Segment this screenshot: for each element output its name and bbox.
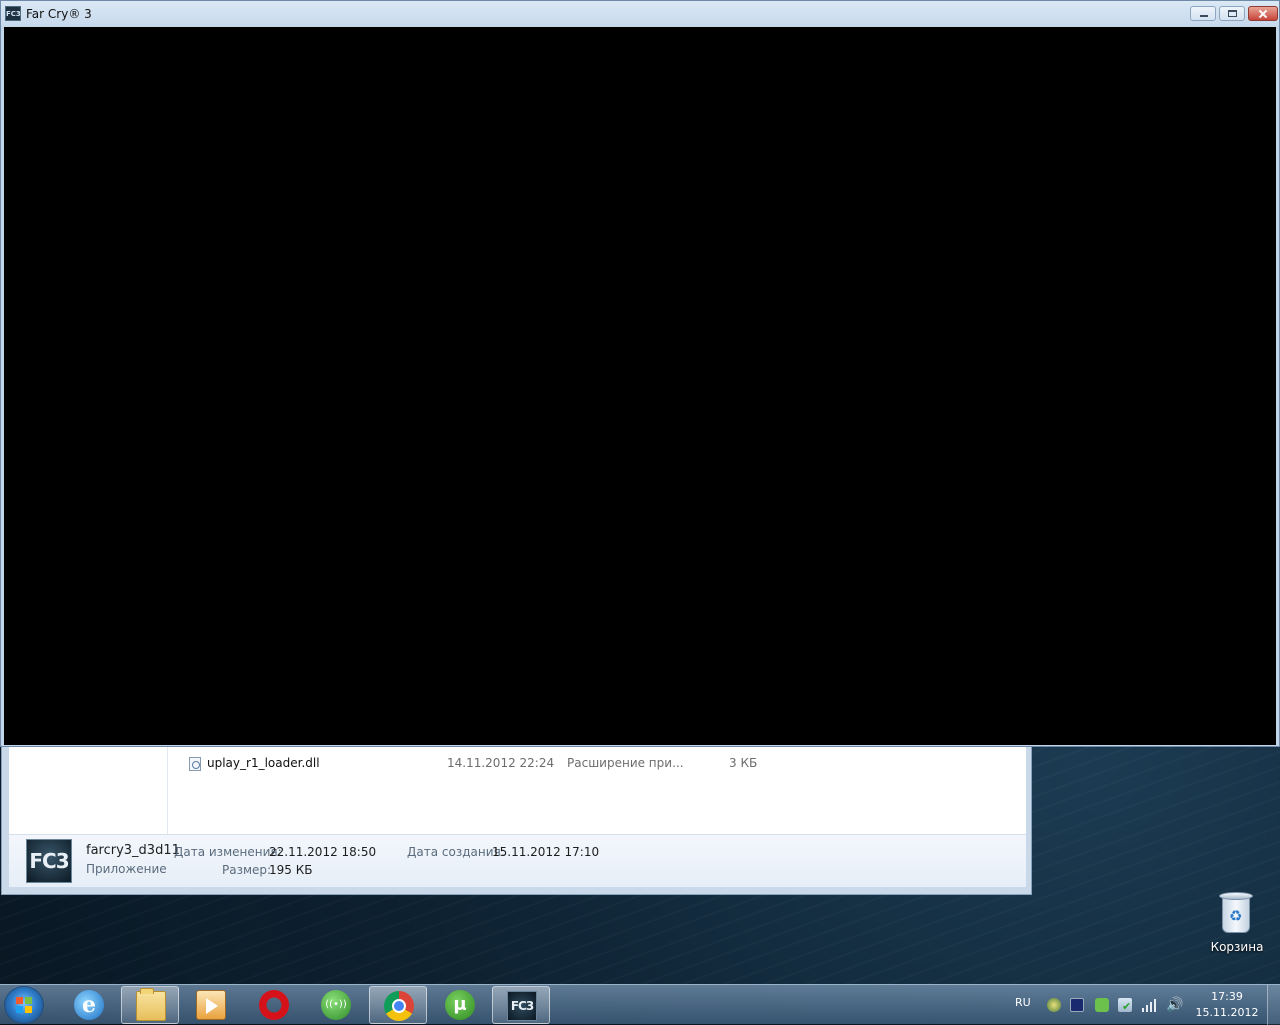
file-date: 14.11.2012 22:24 xyxy=(447,756,555,770)
media-player-icon xyxy=(196,990,226,1020)
maximize-button[interactable] xyxy=(1219,6,1245,21)
details-file-kind: Приложение xyxy=(86,862,167,876)
details-pane: FC3 farcry3_d3d11 Приложение Дата измене… xyxy=(9,835,1026,887)
language-indicator[interactable]: RU xyxy=(1015,996,1031,1009)
start-button[interactable] xyxy=(4,986,44,1024)
file-list[interactable]: uplay_r1_loader.dll 14.11.2012 22:24 Рас… xyxy=(9,746,1026,835)
file-size: 3 КБ xyxy=(729,756,758,770)
far-cry-3-icon: FC3 xyxy=(507,991,537,1021)
recycle-bin[interactable]: Корзина xyxy=(1205,888,1269,960)
antenna-icon: ((•)) xyxy=(321,990,351,1020)
internet-explorer-icon: e xyxy=(74,990,104,1020)
fc3-app-icon[interactable]: FC3 xyxy=(5,6,21,21)
title-bar[interactable]: FC3 Far Cry® 3 xyxy=(1,1,1279,27)
taskbar-network-app[interactable]: ((•)) xyxy=(307,986,365,1024)
taskbar: e ((•)) μ FC3 RU 🔊 17:39 15.11.2012 xyxy=(0,984,1280,1025)
clock[interactable]: 17:39 15.11.2012 xyxy=(1192,989,1262,1021)
taskbar-utorrent[interactable]: μ xyxy=(431,986,489,1024)
taskbar-far-cry-3[interactable]: FC3 xyxy=(492,986,550,1024)
taskbar-chrome[interactable] xyxy=(369,986,427,1024)
file-name: uplay_r1_loader.dll xyxy=(207,756,320,770)
navigation-pane[interactable] xyxy=(9,746,168,834)
details-file-name: farcry3_d3d11 xyxy=(86,843,180,858)
dll-file-icon xyxy=(189,757,201,771)
folder-icon xyxy=(136,988,166,1021)
far-cry-3-window[interactable]: FC3 Far Cry® 3 xyxy=(0,0,1280,747)
chrome-icon xyxy=(384,991,414,1021)
show-desktop-button[interactable] xyxy=(1267,985,1280,1025)
volume-icon[interactable]: 🔊 xyxy=(1166,998,1183,1012)
utorrent-icon: μ xyxy=(445,990,475,1020)
clock-date: 15.11.2012 xyxy=(1195,1006,1259,1019)
modified-value: 22.11.2012 18:50 xyxy=(269,845,377,859)
recycle-bin-label: Корзина xyxy=(1210,940,1264,954)
close-button[interactable] xyxy=(1248,6,1278,21)
size-value: 195 КБ xyxy=(269,863,313,877)
created-label: Дата создания: xyxy=(407,845,505,859)
clock-time: 17:39 xyxy=(1211,990,1243,1003)
fc3-thumbnail-icon: FC3 xyxy=(26,839,72,883)
taskbar-explorer[interactable] xyxy=(121,986,179,1024)
tray-nvidia-icon[interactable] xyxy=(1095,998,1109,1012)
tray-app-icon[interactable] xyxy=(1047,998,1061,1012)
game-render-area[interactable] xyxy=(4,27,1276,745)
action-center-icon[interactable] xyxy=(1118,998,1132,1013)
created-value: 15.11.2012 17:10 xyxy=(492,845,600,859)
recycle-bin-icon xyxy=(1219,890,1253,934)
opera-icon xyxy=(259,990,289,1020)
file-row[interactable]: uplay_r1_loader.dll 14.11.2012 22:24 Рас… xyxy=(189,756,789,774)
network-signal-icon[interactable] xyxy=(1142,998,1156,1012)
taskbar-media-player[interactable] xyxy=(182,986,240,1024)
taskbar-ie[interactable]: e xyxy=(60,986,118,1024)
file-type: Расширение при... xyxy=(567,756,684,770)
taskbar-opera[interactable] xyxy=(245,986,303,1024)
size-label: Размер: xyxy=(222,863,272,877)
tray-monitor-icon[interactable] xyxy=(1070,998,1084,1012)
modified-label: Дата изменения: xyxy=(174,845,282,859)
window-title: Far Cry® 3 xyxy=(26,7,92,21)
explorer-window[interactable]: uplay_r1_loader.dll 14.11.2012 22:24 Рас… xyxy=(1,745,1032,895)
minimize-button[interactable] xyxy=(1190,6,1216,21)
